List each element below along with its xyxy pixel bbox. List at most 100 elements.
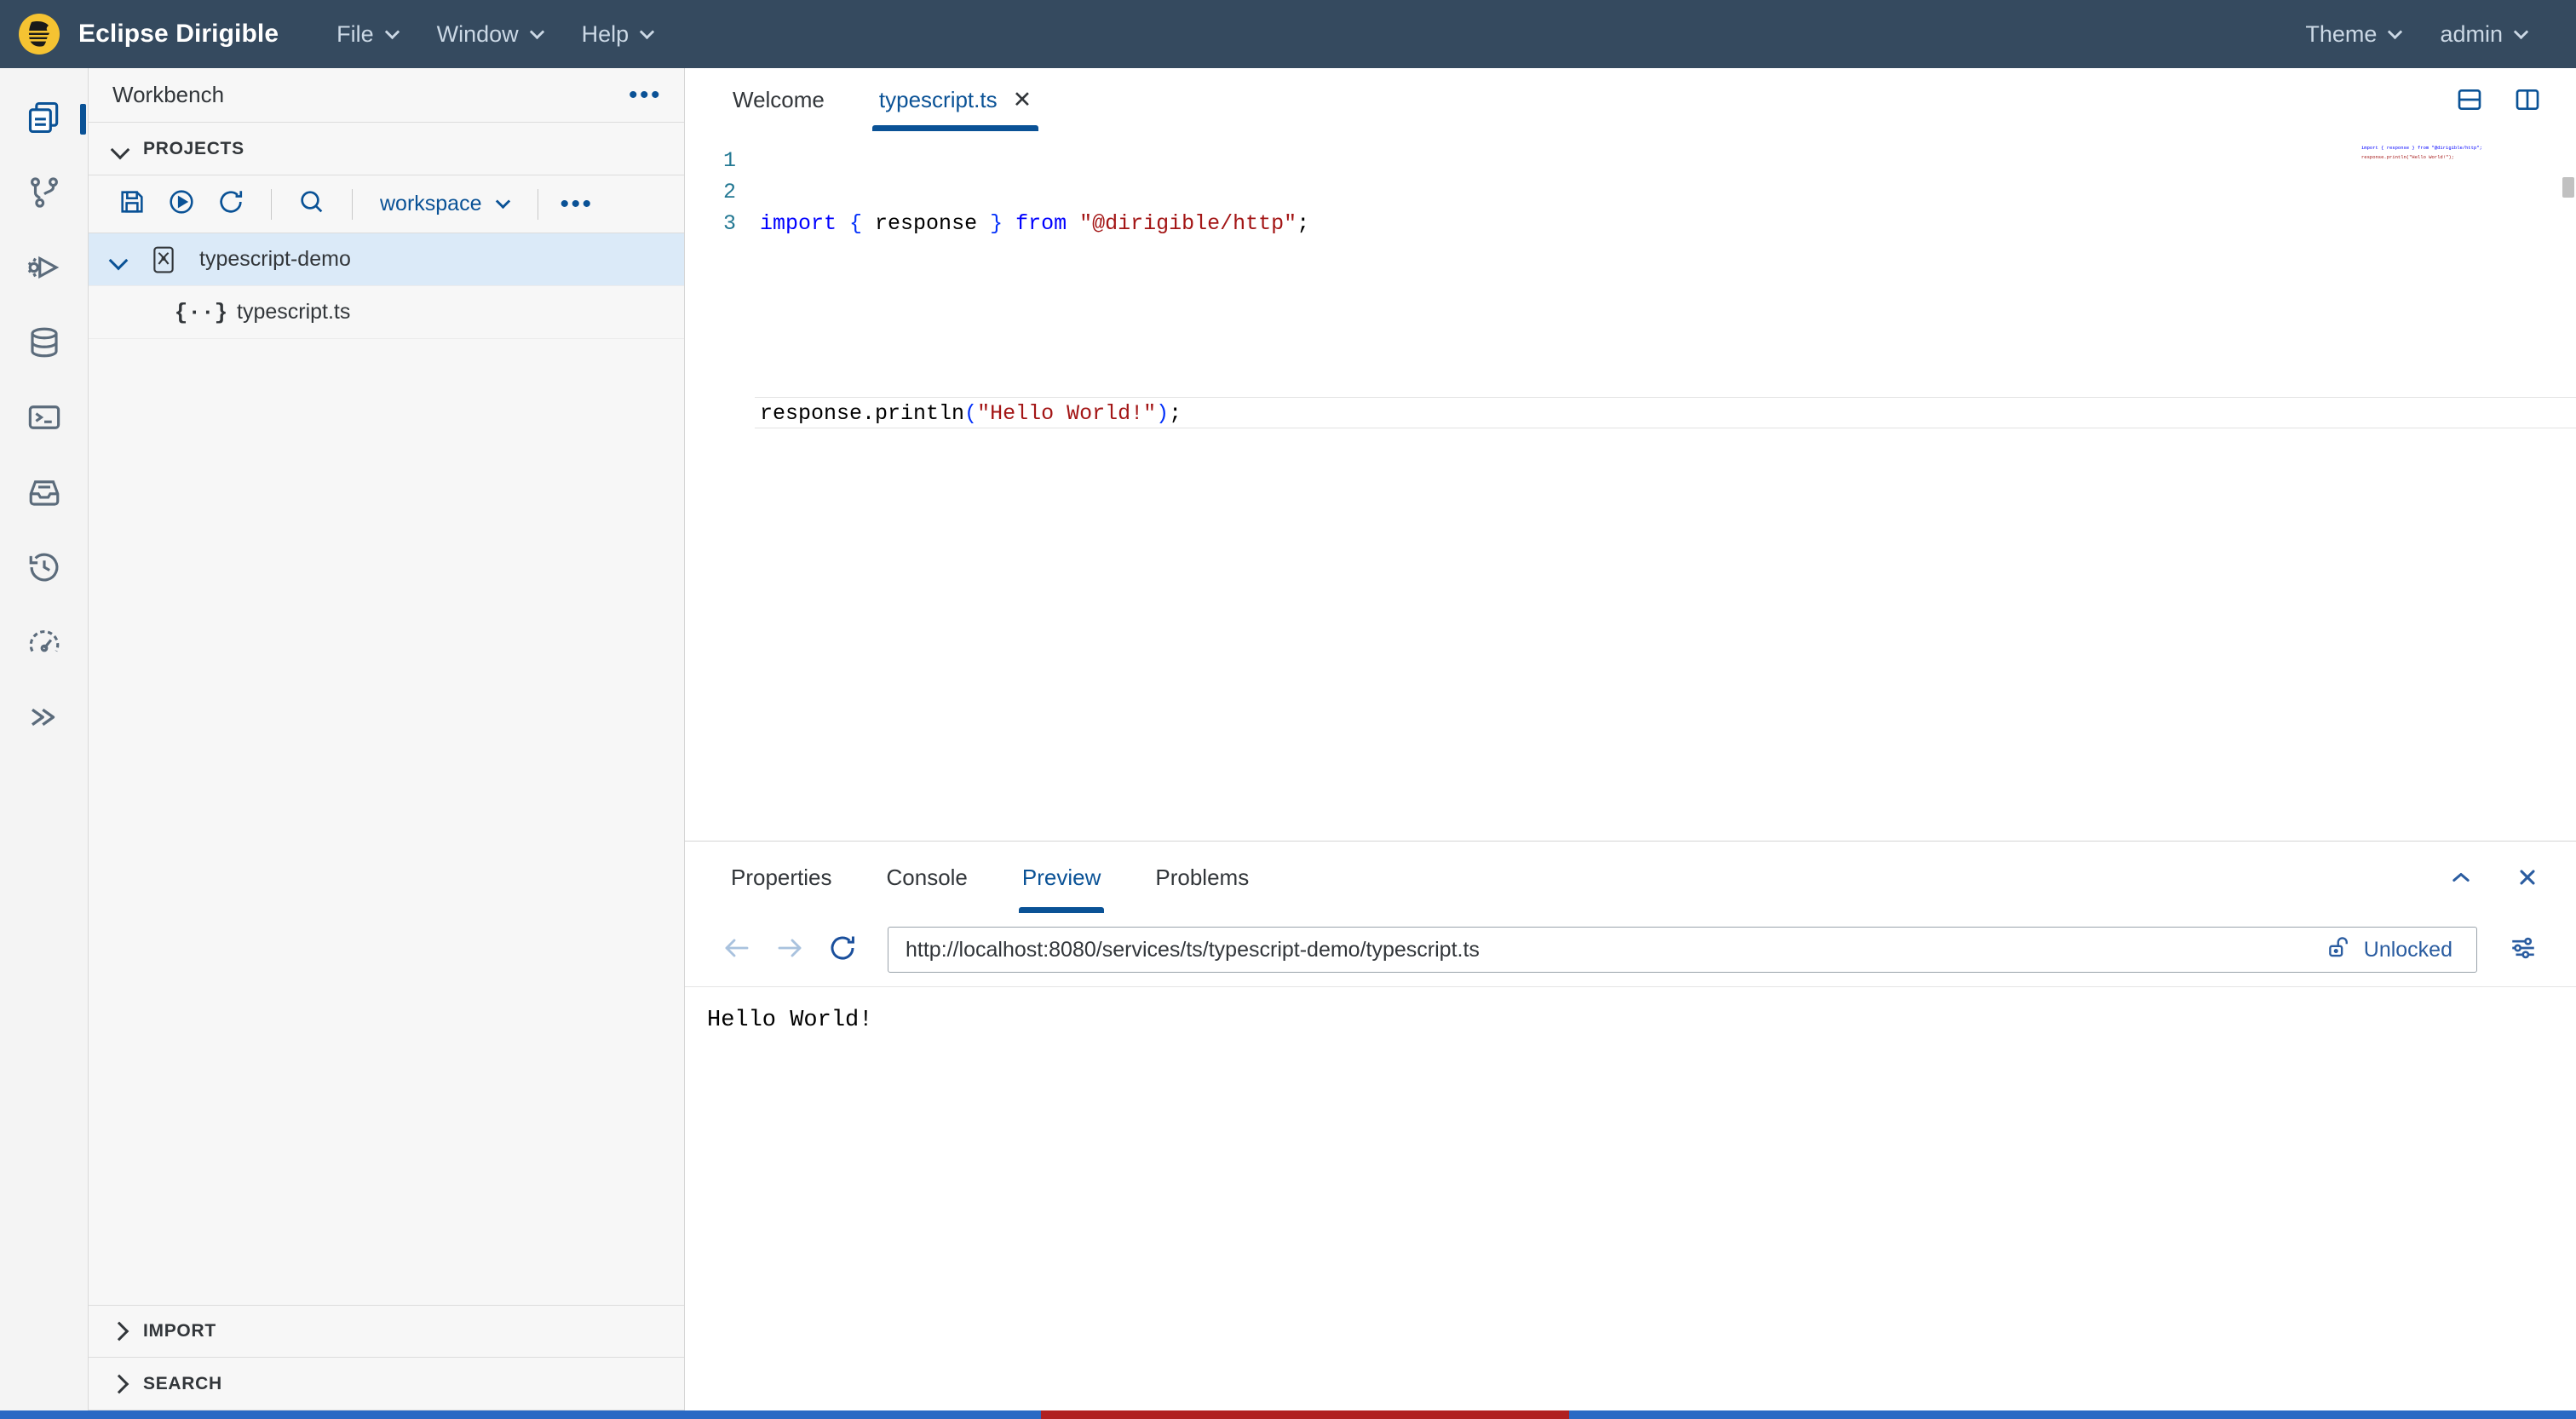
menu-window[interactable]: Window [418,13,563,56]
split-vertical-icon[interactable] [2508,80,2547,119]
activity-item-git[interactable] [0,157,89,232]
menu-theme[interactable]: Theme [2286,13,2421,56]
app-root: Eclipse Dirigible File Window Help Theme… [0,0,2576,1419]
menu-file[interactable]: File [318,13,418,56]
tree-item-file[interactable]: {··} typescript.ts [89,286,684,339]
editor-actions [2450,68,2576,131]
preview-lock-button[interactable]: Unlocked [2314,934,2459,966]
chevron-down-icon [530,25,544,39]
projects-toolbar: workspace ••• [89,175,684,233]
status-segment-error [1041,1410,1569,1419]
preview-lock-label: Unlocked [2363,937,2452,962]
editor-tab-welcome[interactable]: Welcome [705,68,852,131]
token: ( [964,401,978,426]
token: "@dirigible/http" [1079,211,1297,236]
chevron-down-icon [496,194,510,209]
editor-scrollbar[interactable] [2561,131,2576,841]
section-search-label: SEARCH [143,1373,222,1393]
refresh-button[interactable] [206,182,256,227]
token: import [760,211,837,236]
main-column: Welcome typescript.ts ✕ 1 2 3 import {r… [685,68,2576,1410]
chevron-down-icon [112,142,126,156]
publish-button[interactable] [157,182,206,227]
section-import[interactable]: IMPORT [89,1305,684,1358]
tab-console-label: Console [886,864,968,890]
tree-item-project[interactable]: typescript-demo [89,233,684,286]
scrollbar-thumb[interactable] [2562,177,2574,198]
token: ) [1156,401,1170,426]
activity-item-jobs[interactable] [0,531,89,606]
activity-item-database[interactable] [0,307,89,382]
section-search[interactable]: SEARCH [89,1358,684,1410]
preview-reload-button[interactable] [816,926,869,974]
double-chevron-right-icon [26,699,62,739]
menu-help[interactable]: Help [563,13,674,56]
workspace-select[interactable]: workspace [368,192,522,216]
preview-settings-button[interactable] [2499,926,2547,974]
preview-output-text: Hello World! [707,1008,873,1033]
close-icon[interactable] [2510,859,2545,895]
line-number: 1 [722,148,736,173]
menu-user[interactable]: admin [2421,13,2547,56]
tab-console[interactable]: Console [860,842,995,913]
save-icon [118,187,147,221]
line-number: 2 [722,180,736,204]
chevron-down-icon [2514,25,2528,39]
toolbar-separator [271,188,272,220]
dirigible-logo-icon [19,14,60,55]
more-options-icon[interactable]: ••• [561,191,594,217]
line-number-gutter: 1 2 3 [685,131,750,841]
refresh-icon [216,187,245,221]
inbox-archive-icon [26,474,62,514]
search-button[interactable] [287,182,336,227]
editor-tab-typescript-label: typescript.ts [878,86,998,112]
preview-content: Hello World! [685,986,2576,1410]
code-content[interactable]: import { response } from "@dirigible/htt… [750,131,2576,841]
explorer-title: Workbench [112,82,225,107]
preview-back-button[interactable] [710,926,763,974]
unlock-icon [2326,934,2352,966]
chevron-down-icon [640,25,654,39]
preview-url-input[interactable]: http://localhost:8080/services/ts/typesc… [888,927,2477,973]
activity-item-debugger[interactable] [0,232,89,307]
line-number: 3 [722,211,736,236]
chevron-down-icon[interactable] [111,253,124,267]
tab-problems-label: Problems [1155,864,1250,890]
activity-item-monitoring[interactable] [0,606,89,681]
tab-properties[interactable]: Properties [704,842,860,913]
activity-item-terminal[interactable] [0,382,89,457]
section-projects[interactable]: PROJECTS [89,123,684,175]
menu-file-label: File [336,20,374,47]
tab-preview[interactable]: Preview [995,842,1128,913]
terminal-icon [26,399,62,439]
chevron-up-icon[interactable] [2443,859,2479,895]
tree-item-project-label: typescript-demo [199,247,351,271]
token: response.println [760,401,965,426]
more-options-icon[interactable]: ••• [629,82,662,108]
activity-item-workbench[interactable] [0,82,89,157]
token: { [849,211,863,236]
chevron-right-icon [112,1324,126,1338]
split-horizontal-icon[interactable] [2450,80,2489,119]
editor-tab-typescript[interactable]: typescript.ts ✕ [852,68,1059,131]
bottom-panel: Properties Console Preview Problems http… [685,842,2576,1410]
activity-item-repository[interactable] [0,457,89,531]
typescript-project-icon [147,245,181,274]
preview-url-text: http://localhost:8080/services/ts/typesc… [906,937,1480,962]
code-editor[interactable]: 1 2 3 import { response } from "@dirigib… [685,131,2576,841]
menu-theme-label: Theme [2305,20,2378,47]
token: ; [1297,211,1310,236]
tab-problems[interactable]: Problems [1128,842,1276,913]
close-icon[interactable]: ✕ [1013,88,1032,112]
activity-bar [0,68,89,1410]
git-branch-icon [26,175,62,215]
code-braces-icon: {··} [174,299,228,325]
search-icon [297,187,326,221]
save-button[interactable] [107,182,157,227]
arrow-left-icon [722,933,752,968]
activity-item-more[interactable] [0,681,89,756]
preview-forward-button[interactable] [763,926,816,974]
tab-preview-label: Preview [1021,864,1101,890]
